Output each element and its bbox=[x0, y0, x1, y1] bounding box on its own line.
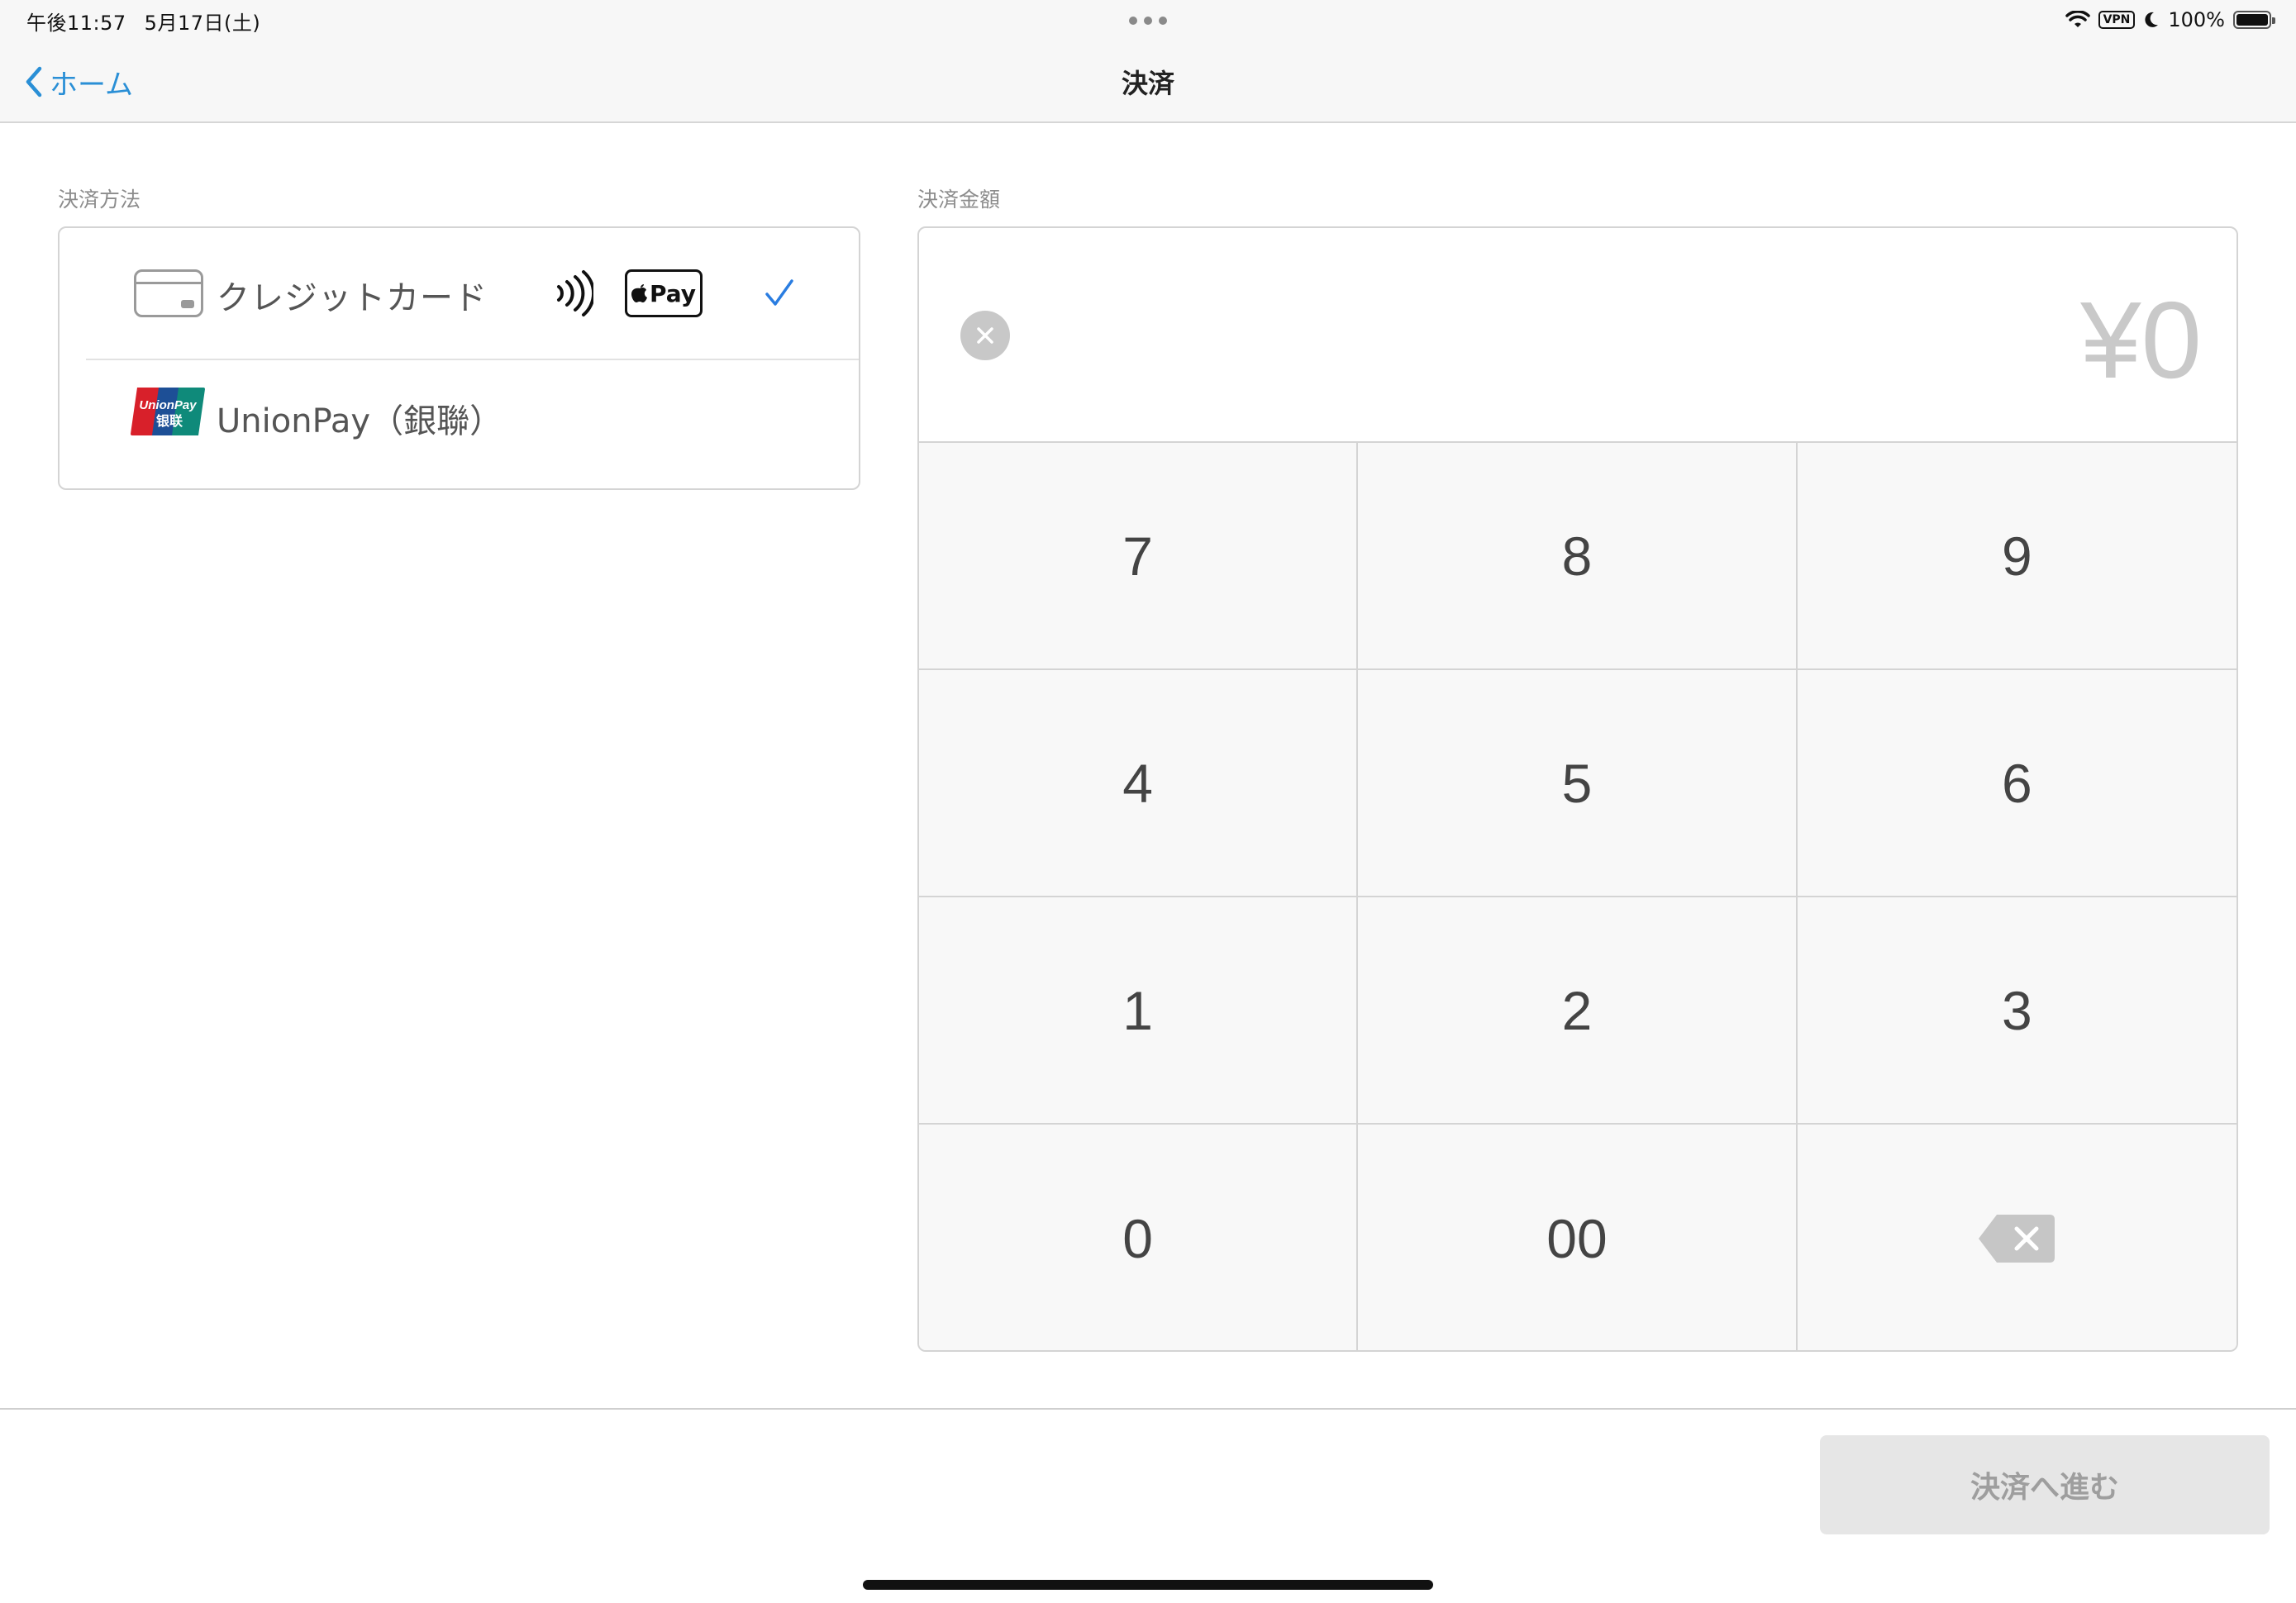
vpn-icon: VPN bbox=[2098, 11, 2136, 29]
payment-method-credit-card[interactable]: クレジットカード Pay bbox=[60, 228, 859, 359]
key-3[interactable]: 3 bbox=[1797, 897, 2236, 1125]
battery-icon bbox=[2233, 11, 2275, 29]
apple-logo-icon bbox=[631, 284, 647, 302]
unionpay-label: UnionPay（銀聯） bbox=[217, 402, 503, 440]
key-4[interactable]: 4 bbox=[919, 670, 1359, 897]
payment-method-unionpay[interactable]: UnionPay 银联 UnionPay（銀聯） bbox=[60, 359, 859, 490]
status-date: 5月17日(土) bbox=[144, 12, 261, 35]
status-time: 午後11:57 bbox=[26, 12, 126, 35]
navigation-bar: ホーム 決済 bbox=[0, 41, 2296, 123]
home-indicator[interactable] bbox=[863, 1580, 1433, 1590]
moon-icon bbox=[2145, 12, 2159, 27]
amount-entry: ¥0 7 8 9 4 5 6 1 2 3 0 00 bbox=[917, 226, 2238, 1352]
apple-pay-icon: Pay bbox=[625, 269, 703, 317]
backspace-icon bbox=[1979, 1214, 2055, 1263]
key-7[interactable]: 7 bbox=[919, 443, 1359, 670]
payment-method-label: 決済方法 bbox=[58, 188, 141, 212]
key-2[interactable]: 2 bbox=[1358, 897, 1798, 1125]
key-8[interactable]: 8 bbox=[1358, 443, 1798, 670]
key-0[interactable]: 0 bbox=[919, 1125, 1359, 1350]
payment-screen: 午後11:57 5月17日(土) VPN 100% ホーム 決済 決済方法 クレ… bbox=[0, 0, 2296, 1603]
multitasking-dots-icon[interactable] bbox=[1129, 17, 1167, 25]
status-indicators: VPN 100% bbox=[2065, 7, 2275, 33]
amount-value: ¥0 bbox=[2080, 279, 2202, 401]
contactless-icon bbox=[557, 270, 593, 316]
credit-card-icon bbox=[134, 269, 203, 317]
backspace-key[interactable] bbox=[1797, 1125, 2236, 1350]
key-00[interactable]: 00 bbox=[1358, 1125, 1798, 1350]
payment-method-list: クレジットカード Pay UnionPay 银联 UnionPay（銀聯） bbox=[58, 226, 860, 490]
page-title: 決済 bbox=[1121, 68, 1174, 99]
key-1[interactable]: 1 bbox=[919, 897, 1359, 1125]
unionpay-logo: UnionPay 银联 bbox=[131, 388, 205, 435]
proceed-to-payment-button[interactable]: 決済へ進む bbox=[1820, 1435, 2270, 1534]
battery-percent: 100% bbox=[2168, 8, 2225, 31]
key-9[interactable]: 9 bbox=[1797, 443, 2236, 670]
checkmark-icon bbox=[765, 279, 793, 306]
amount-display: ¥0 bbox=[919, 228, 2236, 443]
key-6[interactable]: 6 bbox=[1797, 670, 2236, 897]
apple-pay-text: Pay bbox=[649, 279, 697, 307]
status-time-date: 午後11:57 5月17日(土) bbox=[26, 7, 260, 36]
clear-amount-button[interactable] bbox=[960, 311, 1010, 360]
unionpay-logo-text: UnionPay bbox=[139, 398, 197, 412]
unionpay-logo-chinese: 银联 bbox=[156, 413, 183, 429]
close-icon bbox=[977, 327, 993, 344]
amount-label: 決済金額 bbox=[917, 188, 1001, 212]
footer-divider bbox=[0, 1408, 2296, 1410]
numeric-keypad: 7 8 9 4 5 6 1 2 3 0 00 bbox=[919, 443, 2236, 1350]
credit-card-label: クレジットカード bbox=[217, 279, 488, 317]
key-5[interactable]: 5 bbox=[1358, 670, 1798, 897]
status-bar: 午後11:57 5月17日(土) VPN 100% bbox=[0, 0, 2296, 41]
wifi-icon bbox=[2065, 11, 2090, 27]
